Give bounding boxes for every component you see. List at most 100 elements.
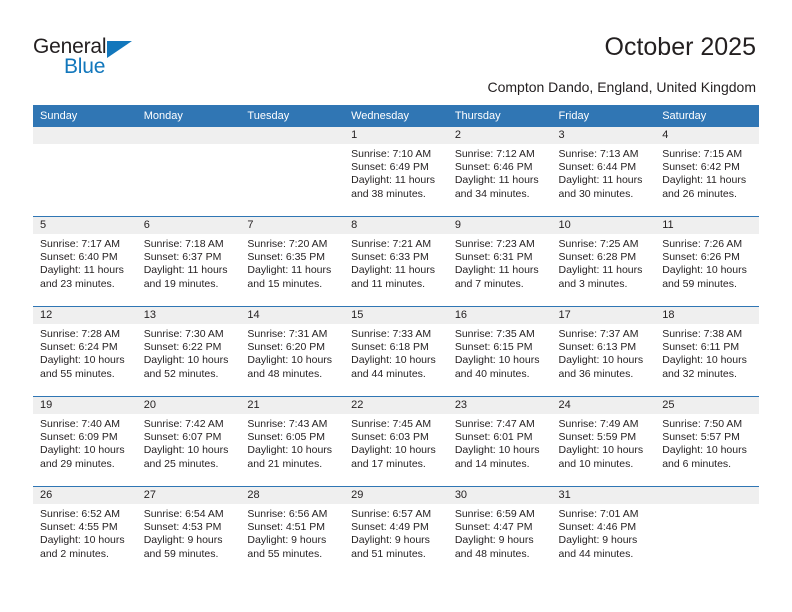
sunset-text: Sunset: 6:05 PM <box>247 431 326 444</box>
sunset-text: Sunset: 6:46 PM <box>454 161 533 174</box>
sunset-text: Sunset: 6:26 PM <box>662 251 740 264</box>
sunrise-text: Sunrise: 7:35 AM <box>454 328 535 340</box>
sunrise-text: Sunrise: 6:59 AM <box>454 508 535 520</box>
calendar-day-cell[interactable]: 25 Sunrise: 7:50 AM Sunset: 5:57 PM Dayligh… <box>655 396 759 487</box>
daylight-text: Daylight: 11 hours and 15 minutes. <box>247 264 332 290</box>
calendar-day-cell[interactable]: 13 Sunrise: 7:30 AM Sunset: 6:22 PM Dayligh… <box>136 306 241 397</box>
calendar-day-cell[interactable]: 6 Sunrise: 7:18 AM Sunset: 6:37 PM Daylight… <box>136 216 241 307</box>
sunset-text: Sunset: 4:47 PM <box>454 521 533 534</box>
calendar-day-cell[interactable]: 9 Sunrise: 7:23 AM Sunset: 6:31 PM Daylight… <box>447 216 552 307</box>
sunrise-sunset-calendar-table: Sunday Monday Tuesday Wednesday Thursday… <box>33 105 759 576</box>
day-cell-inner: 3 Sunrise: 7:13 AM Sunset: 6:44 PM Daylight… <box>551 127 656 216</box>
day-details: Sunrise: 6:57 AM Sunset: 4:49 PM Daylight:… <box>344 504 448 561</box>
calendar-day-cell[interactable]: 1 Sunrise: 7:10 AM Sunset: 6:49 PM Daylight… <box>344 127 448 217</box>
sunset-text: Sunset: 4:46 PM <box>558 521 637 534</box>
calendar-day-cell[interactable]: 3 Sunrise: 7:13 AM Sunset: 6:44 PM Daylight… <box>551 127 656 217</box>
day-cell-inner: 30 Sunrise: 6:59 AM Sunset: 4:47 PM Dayligh… <box>447 487 552 576</box>
calendar-day-cell[interactable] <box>33 127 137 217</box>
calendar-day-cell[interactable]: 31 Sunrise: 7:01 AM Sunset: 4:46 PM Dayligh… <box>551 486 656 576</box>
sunset-text: Sunset: 6:11 PM <box>662 341 740 354</box>
day-number: 24 <box>551 397 656 414</box>
calendar-day-cell[interactable]: 14 Sunrise: 7:31 AM Sunset: 6:20 PM Dayligh… <box>240 306 345 397</box>
calendar-day-cell[interactable]: 20 Sunrise: 7:42 AM Sunset: 6:07 PM Dayligh… <box>136 396 241 487</box>
day-cell-inner: 13 Sunrise: 7:30 AM Sunset: 6:22 PM Dayligh… <box>136 307 241 397</box>
calendar-day-cell[interactable]: 11 Sunrise: 7:26 AM Sunset: 6:26 PM Dayligh… <box>655 216 759 307</box>
calendar-day-cell[interactable]: 19 Sunrise: 7:40 AM Sunset: 6:09 PM Dayligh… <box>33 396 137 487</box>
calendar-day-cell[interactable]: 22 Sunrise: 7:45 AM Sunset: 6:03 PM Dayligh… <box>344 396 448 487</box>
day-details: Sunrise: 7:38 AM Sunset: 6:11 PM Daylight:… <box>655 324 759 381</box>
sunrise-text: Sunrise: 7:21 AM <box>351 238 432 250</box>
day-details: Sunrise: 7:35 AM Sunset: 6:15 PM Daylight:… <box>448 324 552 381</box>
calendar-day-cell[interactable]: 24 Sunrise: 7:49 AM Sunset: 5:59 PM Dayligh… <box>551 396 656 487</box>
sunrise-text: Sunrise: 7:20 AM <box>247 238 328 250</box>
day-details: Sunrise: 6:52 AM Sunset: 4:55 PM Daylight:… <box>33 504 137 561</box>
sunrise-text: Sunrise: 7:47 AM <box>454 418 535 430</box>
calendar-day-cell[interactable]: 30 Sunrise: 6:59 AM Sunset: 4:47 PM Dayligh… <box>447 486 552 576</box>
day-details: Sunrise: 7:45 AM Sunset: 6:03 PM Daylight:… <box>344 414 448 471</box>
day-cell-inner: 6 Sunrise: 7:18 AM Sunset: 6:37 PM Daylight… <box>136 217 241 307</box>
calendar-day-cell[interactable]: 28 Sunrise: 6:56 AM Sunset: 4:51 PM Dayligh… <box>240 486 345 576</box>
daylight-text: Daylight: 10 hours and 32 minutes. <box>662 354 747 380</box>
day-number: 10 <box>551 217 656 234</box>
sunrise-text: Sunrise: 7:26 AM <box>662 238 743 250</box>
calendar-day-cell[interactable]: 2 Sunrise: 7:12 AM Sunset: 6:46 PM Daylight… <box>447 127 552 217</box>
day-cell-inner: 20 Sunrise: 7:42 AM Sunset: 6:07 PM Dayligh… <box>136 397 241 487</box>
sunset-text: Sunset: 6:40 PM <box>40 251 118 264</box>
day-details: Sunrise: 7:23 AM Sunset: 6:31 PM Daylight:… <box>448 234 552 291</box>
calendar-day-cell[interactable] <box>655 486 759 576</box>
day-number: 27 <box>136 487 241 504</box>
calendar-day-cell[interactable]: 27 Sunrise: 6:54 AM Sunset: 4:53 PM Dayligh… <box>136 486 241 576</box>
day-number: 21 <box>240 397 345 414</box>
calendar-day-cell[interactable] <box>240 127 345 217</box>
sunset-text: Sunset: 4:51 PM <box>247 521 326 534</box>
weekday-header-monday: Monday <box>136 105 241 127</box>
day-cell-inner: 26 Sunrise: 6:52 AM Sunset: 4:55 PM Dayligh… <box>33 487 137 576</box>
calendar-day-cell[interactable]: 29 Sunrise: 6:57 AM Sunset: 4:49 PM Dayligh… <box>344 486 448 576</box>
calendar-day-cell[interactable]: 4 Sunrise: 7:15 AM Sunset: 6:42 PM Daylight… <box>655 127 759 217</box>
day-details: Sunrise: 7:33 AM Sunset: 6:18 PM Daylight:… <box>344 324 448 381</box>
calendar-day-cell[interactable]: 17 Sunrise: 7:37 AM Sunset: 6:13 PM Dayligh… <box>551 306 656 397</box>
sunset-text: Sunset: 6:35 PM <box>247 251 326 264</box>
calendar-day-cell[interactable]: 23 Sunrise: 7:47 AM Sunset: 6:01 PM Dayligh… <box>447 396 552 487</box>
sunset-text: Sunset: 6:20 PM <box>247 341 326 354</box>
sunset-text: Sunset: 6:01 PM <box>454 431 533 444</box>
weekday-header-friday: Friday <box>551 105 656 127</box>
calendar-day-cell[interactable] <box>136 127 241 217</box>
day-number: 12 <box>33 307 137 324</box>
calendar-day-cell[interactable]: 5 Sunrise: 7:17 AM Sunset: 6:40 PM Daylight… <box>33 216 137 307</box>
calendar-day-cell[interactable]: 18 Sunrise: 7:38 AM Sunset: 6:11 PM Dayligh… <box>655 306 759 397</box>
sunrise-text: Sunrise: 7:12 AM <box>454 148 535 160</box>
day-number: 31 <box>551 487 656 504</box>
sunrise-text: Sunrise: 7:01 AM <box>558 508 639 520</box>
daylight-text: Daylight: 10 hours and 40 minutes. <box>454 354 540 380</box>
sunrise-text: Sunrise: 7:17 AM <box>40 238 120 250</box>
calendar-page: General Blue October 2025 Compton Dando,… <box>0 0 792 612</box>
day-details: Sunrise: 7:13 AM Sunset: 6:44 PM Daylight:… <box>552 144 656 201</box>
sunrise-text: Sunrise: 7:38 AM <box>662 328 743 340</box>
sunset-text: Sunset: 6:03 PM <box>351 431 429 444</box>
calendar-day-cell[interactable]: 21 Sunrise: 7:43 AM Sunset: 6:05 PM Dayligh… <box>240 396 345 487</box>
daylight-text: Daylight: 10 hours and 14 minutes. <box>454 444 540 470</box>
calendar-day-cell[interactable]: 26 Sunrise: 6:52 AM Sunset: 4:55 PM Dayligh… <box>33 486 137 576</box>
calendar-week-row: 19 Sunrise: 7:40 AM Sunset: 6:09 PM Dayligh… <box>33 396 759 487</box>
day-number <box>136 127 241 144</box>
daylight-text: Daylight: 9 hours and 48 minutes. <box>454 534 534 560</box>
calendar-day-cell[interactable]: 16 Sunrise: 7:35 AM Sunset: 6:15 PM Dayligh… <box>447 306 552 397</box>
day-details: Sunrise: 7:40 AM Sunset: 6:09 PM Daylight:… <box>33 414 137 471</box>
calendar-day-cell[interactable]: 8 Sunrise: 7:21 AM Sunset: 6:33 PM Daylight… <box>344 216 448 307</box>
sunrise-text: Sunrise: 7:33 AM <box>351 328 432 340</box>
calendar-day-cell[interactable]: 15 Sunrise: 7:33 AM Sunset: 6:18 PM Dayligh… <box>344 306 448 397</box>
day-cell-inner: 8 Sunrise: 7:21 AM Sunset: 6:33 PM Daylight… <box>344 217 448 307</box>
calendar-day-cell[interactable]: 10 Sunrise: 7:25 AM Sunset: 6:28 PM Dayligh… <box>551 216 656 307</box>
sunset-text: Sunset: 4:49 PM <box>351 521 429 534</box>
day-cell-inner: 15 Sunrise: 7:33 AM Sunset: 6:18 PM Dayligh… <box>344 307 448 397</box>
calendar-day-cell[interactable]: 12 Sunrise: 7:28 AM Sunset: 6:24 PM Dayligh… <box>33 306 137 397</box>
calendar-day-cell[interactable]: 7 Sunrise: 7:20 AM Sunset: 6:35 PM Daylight… <box>240 216 345 307</box>
sunrise-text: Sunrise: 7:50 AM <box>662 418 743 430</box>
day-number: 28 <box>240 487 345 504</box>
daylight-text: Daylight: 10 hours and 10 minutes. <box>558 444 644 470</box>
daylight-text: Daylight: 10 hours and 36 minutes. <box>558 354 644 380</box>
daylight-text: Daylight: 11 hours and 7 minutes. <box>454 264 539 290</box>
calendar-week-row: 5 Sunrise: 7:17 AM Sunset: 6:40 PM Daylight… <box>33 216 759 307</box>
day-cell-inner: 1 Sunrise: 7:10 AM Sunset: 6:49 PM Daylight… <box>344 127 448 216</box>
